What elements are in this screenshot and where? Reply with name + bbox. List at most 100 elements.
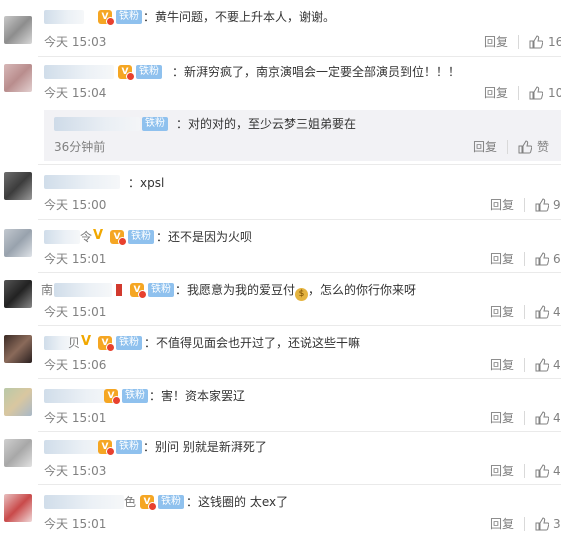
username-fragment[interactable]: 贝 [68, 335, 80, 351]
thumbs-up-icon[interactable] [535, 464, 549, 478]
reply-button[interactable]: 回复 [490, 198, 514, 212]
vip-badge-icon: V [104, 389, 121, 405]
like-label[interactable]: 赞 [537, 140, 549, 154]
reply-button[interactable]: 回复 [490, 411, 514, 425]
like-count: 6 [553, 252, 561, 266]
avatar[interactable] [4, 494, 32, 522]
reply-button[interactable]: 回复 [490, 305, 514, 319]
username-blurred[interactable] [44, 230, 80, 244]
comment-item: 色 V 铁粉 ：这钱圈的 太ex了 今天 15:01 回复 3 [0, 484, 561, 541]
comment-time: 今天 15:01 [44, 517, 107, 531]
reply-button[interactable]: 回复 [484, 35, 508, 49]
separator [524, 198, 525, 212]
vip-badge-icon: V [110, 230, 127, 246]
comment-item: V 铁粉 ：别问 别就是新湃死了 今天 15:03 回复 4 [0, 431, 561, 484]
thumbs-up-icon[interactable] [529, 86, 543, 100]
like-count: 4 [553, 358, 561, 372]
separator [524, 411, 525, 425]
separator [524, 358, 525, 372]
vip-badge-icon: V [118, 65, 135, 81]
tiefen-badge: 铁粉 [116, 10, 142, 24]
like-count: 4 [553, 305, 561, 319]
reply-button[interactable]: 回复 [473, 140, 497, 154]
comment-text: ：新湃穷疯了，南京演唱会一定要全部演员到位！！！ [172, 65, 461, 79]
like-count: 10 [548, 86, 561, 100]
thumbs-up-icon[interactable] [529, 35, 543, 49]
comment-text: ：黄牛问题，不要上升本人，谢谢。 [143, 10, 336, 24]
comment-item: V 铁粉 ：黄牛问题，不要上升本人，谢谢。 今天 15:03 回复 16 [0, 0, 561, 54]
thumbs-up-icon[interactable] [535, 411, 549, 425]
tiefen-badge: 铁粉 [158, 495, 184, 509]
username-blurred[interactable] [44, 10, 84, 24]
username-red-mark [116, 284, 122, 296]
separator [524, 252, 525, 266]
avatar[interactable] [4, 335, 32, 363]
separator [524, 517, 525, 531]
comment-time: 今天 15:03 [44, 35, 107, 49]
tiefen-badge: 铁粉 [116, 336, 142, 350]
vip-badge-icon: V [98, 440, 115, 456]
tiefen-badge: 铁粉 [128, 230, 154, 244]
comment-item: V 铁粉 ：害！资本家罢辽 今天 15:01 回复 4 [0, 378, 561, 431]
thumbs-up-icon[interactable] [535, 305, 549, 319]
avatar[interactable] [4, 64, 32, 92]
tiefen-badge: 铁粉 [148, 283, 174, 297]
separator [518, 35, 519, 49]
money-bag-emoji-icon: $ [295, 288, 309, 301]
like-count: 4 [553, 411, 561, 425]
avatar[interactable] [4, 16, 32, 44]
reply-button[interactable]: 回复 [490, 464, 514, 478]
username-blurred[interactable] [54, 283, 112, 297]
vip-badge-icon: V [98, 336, 115, 352]
tiefen-badge: 铁粉 [116, 440, 142, 454]
reply-button[interactable]: 回复 [490, 252, 514, 266]
comment-text: ：这钱圈的 太ex了 [186, 495, 289, 509]
comment-text: ：我愿意为我的爱豆付 $ ，怎么的你行你来呀 [175, 283, 417, 301]
comment-text: ：别问 别就是新湃死了 [143, 440, 267, 454]
reply-button[interactable]: 回复 [484, 86, 508, 100]
comment-item: 令 V V 铁粉 ：还不是因为火呗 今天 15:01 回复 6 [0, 219, 561, 272]
reply-button[interactable]: 回复 [490, 517, 514, 531]
avatar[interactable] [4, 388, 32, 416]
username-fragment[interactable]: 色 [124, 494, 136, 510]
thumbs-up-icon[interactable] [535, 517, 549, 531]
comment-text: ：还不是因为火呗 [156, 230, 253, 244]
username-fragment[interactable]: 南 [41, 282, 53, 298]
comment-time: 今天 15:06 [44, 358, 107, 372]
reply-button[interactable]: 回复 [490, 358, 514, 372]
sub-reply-time: 36分钟前 [54, 140, 106, 154]
vip-badge-icon: V [98, 10, 115, 26]
like-count: 3 [553, 517, 561, 531]
avatar[interactable] [4, 439, 32, 467]
comment-time: 今天 15:04 [44, 86, 107, 100]
thumbs-up-icon[interactable] [535, 198, 549, 212]
username-blurred[interactable] [44, 65, 114, 79]
thumbs-up-icon[interactable] [518, 140, 532, 154]
tiefen-badge: 铁粉 [142, 117, 168, 131]
avatar[interactable] [4, 229, 32, 257]
separator [518, 86, 519, 100]
comment-item: ：xpsl 今天 15:00 回复 9 [0, 164, 561, 219]
comment-text-part: ，怎么的你行你来呀 [308, 283, 417, 297]
username-blurred[interactable] [44, 175, 120, 189]
username-blurred[interactable] [44, 495, 124, 509]
like-count: 9 [553, 198, 561, 212]
username-fragment[interactable]: 令 [80, 229, 92, 245]
comment-text: ：不值得见面会也开过了，还说这些干嘛 [144, 336, 361, 350]
thumbs-up-icon[interactable] [535, 252, 549, 266]
verified-v-icon: V [93, 228, 104, 243]
vip-badge-icon: V [130, 283, 147, 299]
separator [507, 140, 508, 154]
separator [524, 305, 525, 319]
comment-text-part: 我愿意为我的爱豆付 [187, 283, 296, 297]
username-blurred[interactable] [54, 117, 140, 131]
comment-item: 南 V 铁粉 ：我愿意为我的爱豆付 $ ，怎么的你行你来呀 今天 15:01 回复 … [0, 272, 561, 325]
sub-reply-text: ：对的对的，至少云梦三姐弟要在 [176, 117, 357, 131]
comment-time: 今天 15:00 [44, 198, 107, 212]
avatar[interactable] [4, 280, 32, 308]
sub-reply: 铁粉 ：对的对的，至少云梦三姐弟要在 36分钟前 回复 赞 [44, 110, 561, 161]
comment-text: ：xpsl [128, 176, 165, 190]
avatar[interactable] [4, 172, 32, 200]
thumbs-up-icon[interactable] [535, 358, 549, 372]
comment-item: 贝 V V 铁粉 ：不值得见面会也开过了，还说这些干嘛 今天 15:06 回复 … [0, 325, 561, 378]
